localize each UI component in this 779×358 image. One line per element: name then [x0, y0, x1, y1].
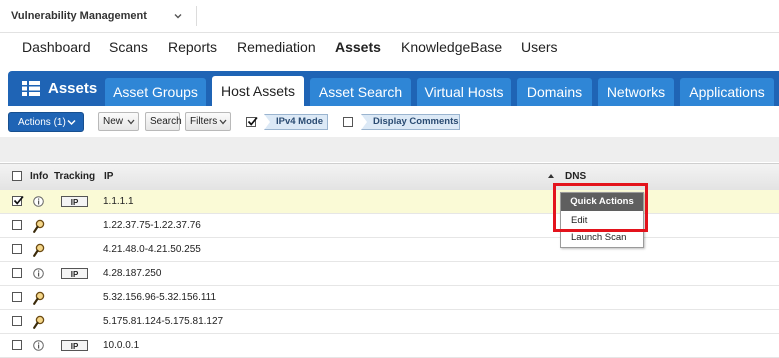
tab-applications[interactable]: Applications: [680, 78, 774, 106]
search-label: Search: [150, 116, 182, 127]
toolbar: Actions (1) New Search Filters IPv4 Mode…: [0, 107, 779, 137]
chevron-down-icon[interactable]: [172, 10, 184, 22]
tracking-ip-badge: IP: [61, 268, 88, 279]
app-bar: Vulnerability Management: [0, 0, 779, 33]
assets-home-tab[interactable]: Assets: [8, 71, 102, 106]
new-label: New: [103, 116, 124, 127]
row-checkbox[interactable]: [12, 268, 22, 278]
ip-cell[interactable]: 4.28.187.250: [103, 268, 161, 279]
magnifier-icon[interactable]: [33, 291, 45, 305]
tab-host-assets[interactable]: Host Assets: [212, 76, 304, 107]
grid-toolbar-strip: [0, 137, 779, 162]
ip-cell[interactable]: 10.0.0.1: [103, 340, 139, 351]
nav-scans[interactable]: Scans: [109, 39, 148, 55]
tracking-ip-badge: IP: [61, 196, 88, 207]
top-nav: Dashboard Scans Reports Remediation Asse…: [0, 33, 779, 63]
app-title[interactable]: Vulnerability Management: [11, 10, 147, 22]
highlight-annotation: [553, 183, 648, 232]
nav-remediation[interactable]: Remediation: [237, 39, 316, 55]
nav-assets[interactable]: Assets: [335, 39, 381, 55]
search-button[interactable]: Search: [145, 112, 182, 131]
chevron-down-icon: [219, 119, 227, 125]
column-header-ip[interactable]: IP: [104, 171, 113, 182]
ip-cell[interactable]: 5.32.156.96-5.32.156.111: [103, 292, 216, 303]
grid-header: Info Tracking IP DNS: [0, 163, 779, 191]
table-row[interactable]: 5.175.81.124-5.175.81.127: [0, 310, 779, 334]
info-icon[interactable]: [33, 340, 44, 351]
sort-ascending-icon[interactable]: [548, 174, 554, 178]
table-row[interactable]: IP 10.0.0.1: [0, 334, 779, 358]
column-header-dns[interactable]: DNS: [565, 171, 586, 182]
row-checkbox[interactable]: [12, 340, 22, 350]
menu-item-launch-scan[interactable]: Launch Scan: [571, 232, 626, 243]
display-comments-checkbox[interactable]: [343, 117, 353, 127]
filters-button[interactable]: Filters: [185, 112, 231, 131]
column-header-tracking[interactable]: Tracking: [54, 171, 95, 182]
table-row[interactable]: 4.21.48.0-4.21.50.255: [0, 238, 779, 262]
table-row[interactable]: 5.32.156.96-5.32.156.111: [0, 286, 779, 310]
ip-cell[interactable]: 1.1.1.1: [103, 196, 134, 207]
nav-reports[interactable]: Reports: [168, 39, 217, 55]
ipv4-mode-checkbox[interactable]: [246, 116, 258, 127]
nav-knowledgebase[interactable]: KnowledgeBase: [401, 39, 502, 55]
table-row[interactable]: IP 1.1.1.1: [0, 190, 779, 214]
info-icon[interactable]: [33, 196, 44, 207]
ip-cell[interactable]: 1.22.37.75-1.22.37.76: [103, 220, 201, 231]
tab-asset-groups[interactable]: Asset Groups: [105, 78, 206, 106]
display-comments-toggle[interactable]: Display Comments: [361, 114, 460, 130]
check-icon: [247, 116, 258, 126]
ipv4-mode-toggle[interactable]: IPv4 Mode: [264, 114, 328, 130]
row-checkbox[interactable]: [12, 244, 22, 254]
column-header-info[interactable]: Info: [30, 171, 48, 182]
ip-cell[interactable]: 5.175.81.124-5.175.81.127: [103, 316, 223, 327]
nav-dashboard[interactable]: Dashboard: [22, 39, 91, 55]
actions-button[interactable]: Actions (1): [8, 112, 84, 132]
info-icon[interactable]: [33, 268, 44, 279]
filters-label: Filters: [190, 116, 218, 127]
tracking-ip-badge: IP: [61, 340, 88, 351]
divider: [196, 6, 197, 26]
row-checkbox[interactable]: [12, 220, 22, 230]
tab-networks[interactable]: Networks: [598, 78, 674, 106]
new-button[interactable]: New: [98, 112, 139, 131]
tab-domains[interactable]: Domains: [517, 78, 592, 106]
check-icon: [13, 195, 24, 205]
table-row[interactable]: 1.22.37.75-1.22.37.76: [0, 214, 779, 238]
tab-asset-search[interactable]: Asset Search: [310, 78, 411, 106]
magnifier-icon[interactable]: [33, 243, 45, 257]
row-checkbox[interactable]: [12, 292, 22, 302]
row-checkbox[interactable]: [12, 195, 24, 206]
row-checkbox[interactable]: [12, 316, 22, 326]
select-all-checkbox[interactable]: [12, 171, 22, 181]
tab-virtual-hosts[interactable]: Virtual Hosts: [417, 78, 511, 106]
actions-label: Actions (1): [18, 117, 66, 128]
chevron-down-icon: [127, 119, 135, 125]
magnifier-icon[interactable]: [33, 315, 45, 329]
table-row[interactable]: IP 4.28.187.250: [0, 262, 779, 286]
assets-home-label: Assets: [48, 80, 98, 97]
list-icon: [22, 81, 40, 96]
ip-cell[interactable]: 4.21.48.0-4.21.50.255: [103, 244, 201, 255]
chevron-down-icon: [67, 119, 76, 126]
nav-users[interactable]: Users: [521, 39, 558, 55]
magnifier-icon[interactable]: [33, 219, 45, 233]
